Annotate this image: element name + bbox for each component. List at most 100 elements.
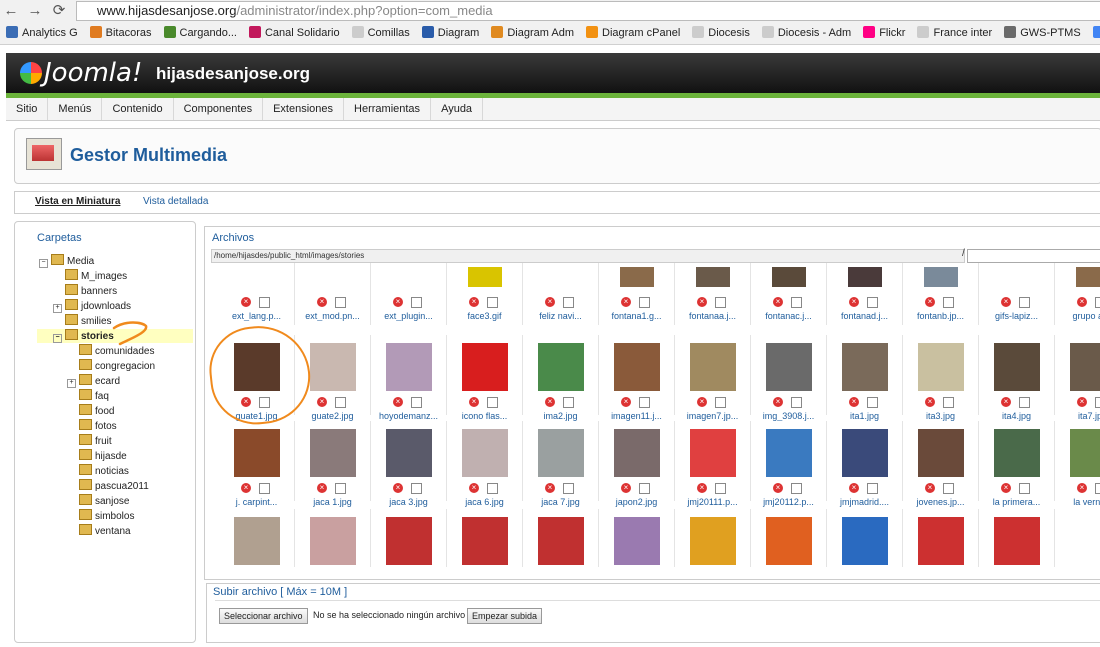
file-name[interactable]: fontanaa.j...	[675, 311, 750, 321]
select-checkbox[interactable]	[1019, 483, 1030, 494]
menu-item[interactable]: Contenido	[102, 98, 174, 120]
start-upload-button[interactable]: Empezar subida	[467, 608, 543, 624]
folder-root[interactable]: − Media	[39, 254, 94, 268]
file-name[interactable]: hoyodemanz...	[371, 411, 446, 421]
url-input[interactable]: www.hijasdesanjose.org/administrator/ind…	[76, 1, 1100, 21]
delete-icon[interactable]: ×	[393, 297, 403, 307]
file-thumbnail[interactable]	[1069, 343, 1100, 391]
delete-icon[interactable]: ×	[925, 397, 935, 407]
file-item[interactable]	[979, 509, 1055, 567]
file-name[interactable]: jmj20112.p...	[751, 497, 826, 507]
select-checkbox[interactable]	[411, 483, 422, 494]
file-name[interactable]: feliz navi...	[523, 311, 598, 321]
folder-item[interactable]: fotos	[67, 419, 117, 432]
file-item[interactable]	[295, 509, 371, 567]
file-thumbnail[interactable]	[1075, 267, 1100, 287]
folder-item[interactable]: + jdownloads	[53, 299, 131, 313]
folder-item[interactable]: pascua2011	[67, 479, 149, 492]
file-item[interactable]: × fontanad.j...	[827, 263, 903, 325]
file-name[interactable]: ima2.jpg	[523, 411, 598, 421]
file-thumbnail[interactable]	[385, 429, 432, 477]
delete-icon[interactable]: ×	[393, 397, 403, 407]
file-item[interactable]: × j. carpint...	[219, 421, 295, 507]
file-item[interactable]: × hoyodemanz...	[371, 335, 447, 421]
file-item[interactable]: × ita1.jpg	[827, 335, 903, 421]
delete-icon[interactable]: ×	[773, 397, 783, 407]
file-item[interactable]: × jaca 6.jpg	[447, 421, 523, 507]
file-thumbnail[interactable]	[841, 517, 888, 565]
file-thumbnail[interactable]	[461, 429, 508, 477]
select-checkbox[interactable]	[791, 483, 802, 494]
file-name[interactable]: jmjmadrid....	[827, 497, 902, 507]
folder-item[interactable]: congregacion	[67, 359, 155, 372]
select-checkbox[interactable]	[563, 397, 574, 408]
select-checkbox[interactable]	[335, 397, 346, 408]
select-checkbox[interactable]	[487, 483, 498, 494]
file-thumbnail[interactable]	[309, 517, 356, 565]
select-checkbox[interactable]	[639, 483, 650, 494]
file-thumbnail[interactable]	[847, 267, 882, 287]
file-item[interactable]: × feliz navi...	[523, 263, 599, 325]
delete-icon[interactable]: ×	[1001, 297, 1011, 307]
file-thumbnail[interactable]	[765, 517, 812, 565]
delete-icon[interactable]: ×	[773, 483, 783, 493]
delete-icon[interactable]: ×	[697, 483, 707, 493]
file-item[interactable]	[371, 509, 447, 567]
file-name[interactable]: fontanad.j...	[827, 311, 902, 321]
file-thumbnail[interactable]	[917, 429, 964, 477]
folder-item[interactable]: ventana	[67, 524, 131, 537]
file-name[interactable]: jaca 6.jpg	[447, 497, 522, 507]
file-item[interactable]: × jaca 7.jpg	[523, 421, 599, 507]
file-thumbnail[interactable]	[233, 517, 280, 565]
file-item[interactable]: × fontanac.j...	[751, 263, 827, 325]
file-thumbnail[interactable]	[999, 267, 1034, 287]
delete-icon[interactable]: ×	[317, 397, 327, 407]
delete-icon[interactable]: ×	[1001, 483, 1011, 493]
expand-toggle-icon[interactable]: −	[53, 334, 62, 343]
file-name[interactable]: fontanb.jp...	[903, 311, 978, 321]
file-thumbnail[interactable]	[841, 429, 888, 477]
file-thumbnail[interactable]	[771, 267, 806, 287]
file-thumbnail[interactable]	[841, 343, 888, 391]
file-name[interactable]: la vernica	[1055, 497, 1100, 507]
folder-item[interactable]: fruit	[67, 434, 112, 447]
select-checkbox[interactable]	[943, 397, 954, 408]
file-thumbnail[interactable]	[613, 343, 660, 391]
file-thumbnail[interactable]	[537, 517, 584, 565]
file-name[interactable]: guate2.jpg	[295, 411, 370, 421]
file-item[interactable]: × ima2.jpg	[523, 335, 599, 421]
file-item[interactable]	[903, 509, 979, 567]
delete-icon[interactable]: ×	[545, 483, 555, 493]
file-thumbnail[interactable]	[765, 343, 812, 391]
file-item[interactable]: × face3.gif	[447, 263, 523, 325]
file-name[interactable]: ita1.jpg	[827, 411, 902, 421]
delete-icon[interactable]: ×	[773, 297, 783, 307]
delete-icon[interactable]: ×	[849, 297, 859, 307]
file-item[interactable]: × ext_mod.pn...	[295, 263, 371, 325]
select-checkbox[interactable]	[1019, 397, 1030, 408]
menu-item[interactable]: Sitio	[6, 98, 49, 120]
file-thumbnail[interactable]	[993, 343, 1040, 391]
file-name[interactable]: ext_mod.pn...	[295, 311, 370, 321]
bookmark-item[interactable]: Diocesis	[692, 22, 750, 44]
file-thumbnail[interactable]	[309, 429, 356, 477]
bookmark-item[interactable]: Diocesis - Adm	[761, 22, 851, 44]
folder-item[interactable]: hijasde	[67, 449, 127, 462]
file-item[interactable]: × imagen11.j...	[599, 335, 675, 421]
file-thumbnail[interactable]	[765, 429, 812, 477]
bookmark-item[interactable]: iGoogle	[1092, 22, 1100, 44]
file-name[interactable]: ita4.jpg	[979, 411, 1054, 421]
delete-icon[interactable]: ×	[621, 483, 631, 493]
select-checkbox[interactable]	[943, 297, 954, 308]
bookmark-item[interactable]: France inter	[917, 22, 992, 44]
file-thumbnail[interactable]	[917, 343, 964, 391]
folder-item[interactable]: + ecard	[67, 374, 120, 388]
select-checkbox[interactable]	[639, 397, 650, 408]
select-checkbox[interactable]	[867, 397, 878, 408]
file-item[interactable]: × jaca 1.jpg	[295, 421, 371, 507]
folder-item[interactable]: faq	[67, 389, 109, 402]
select-checkbox[interactable]	[335, 483, 346, 494]
file-thumbnail[interactable]	[923, 267, 958, 287]
select-checkbox[interactable]	[791, 297, 802, 308]
file-thumbnail[interactable]	[619, 267, 654, 287]
